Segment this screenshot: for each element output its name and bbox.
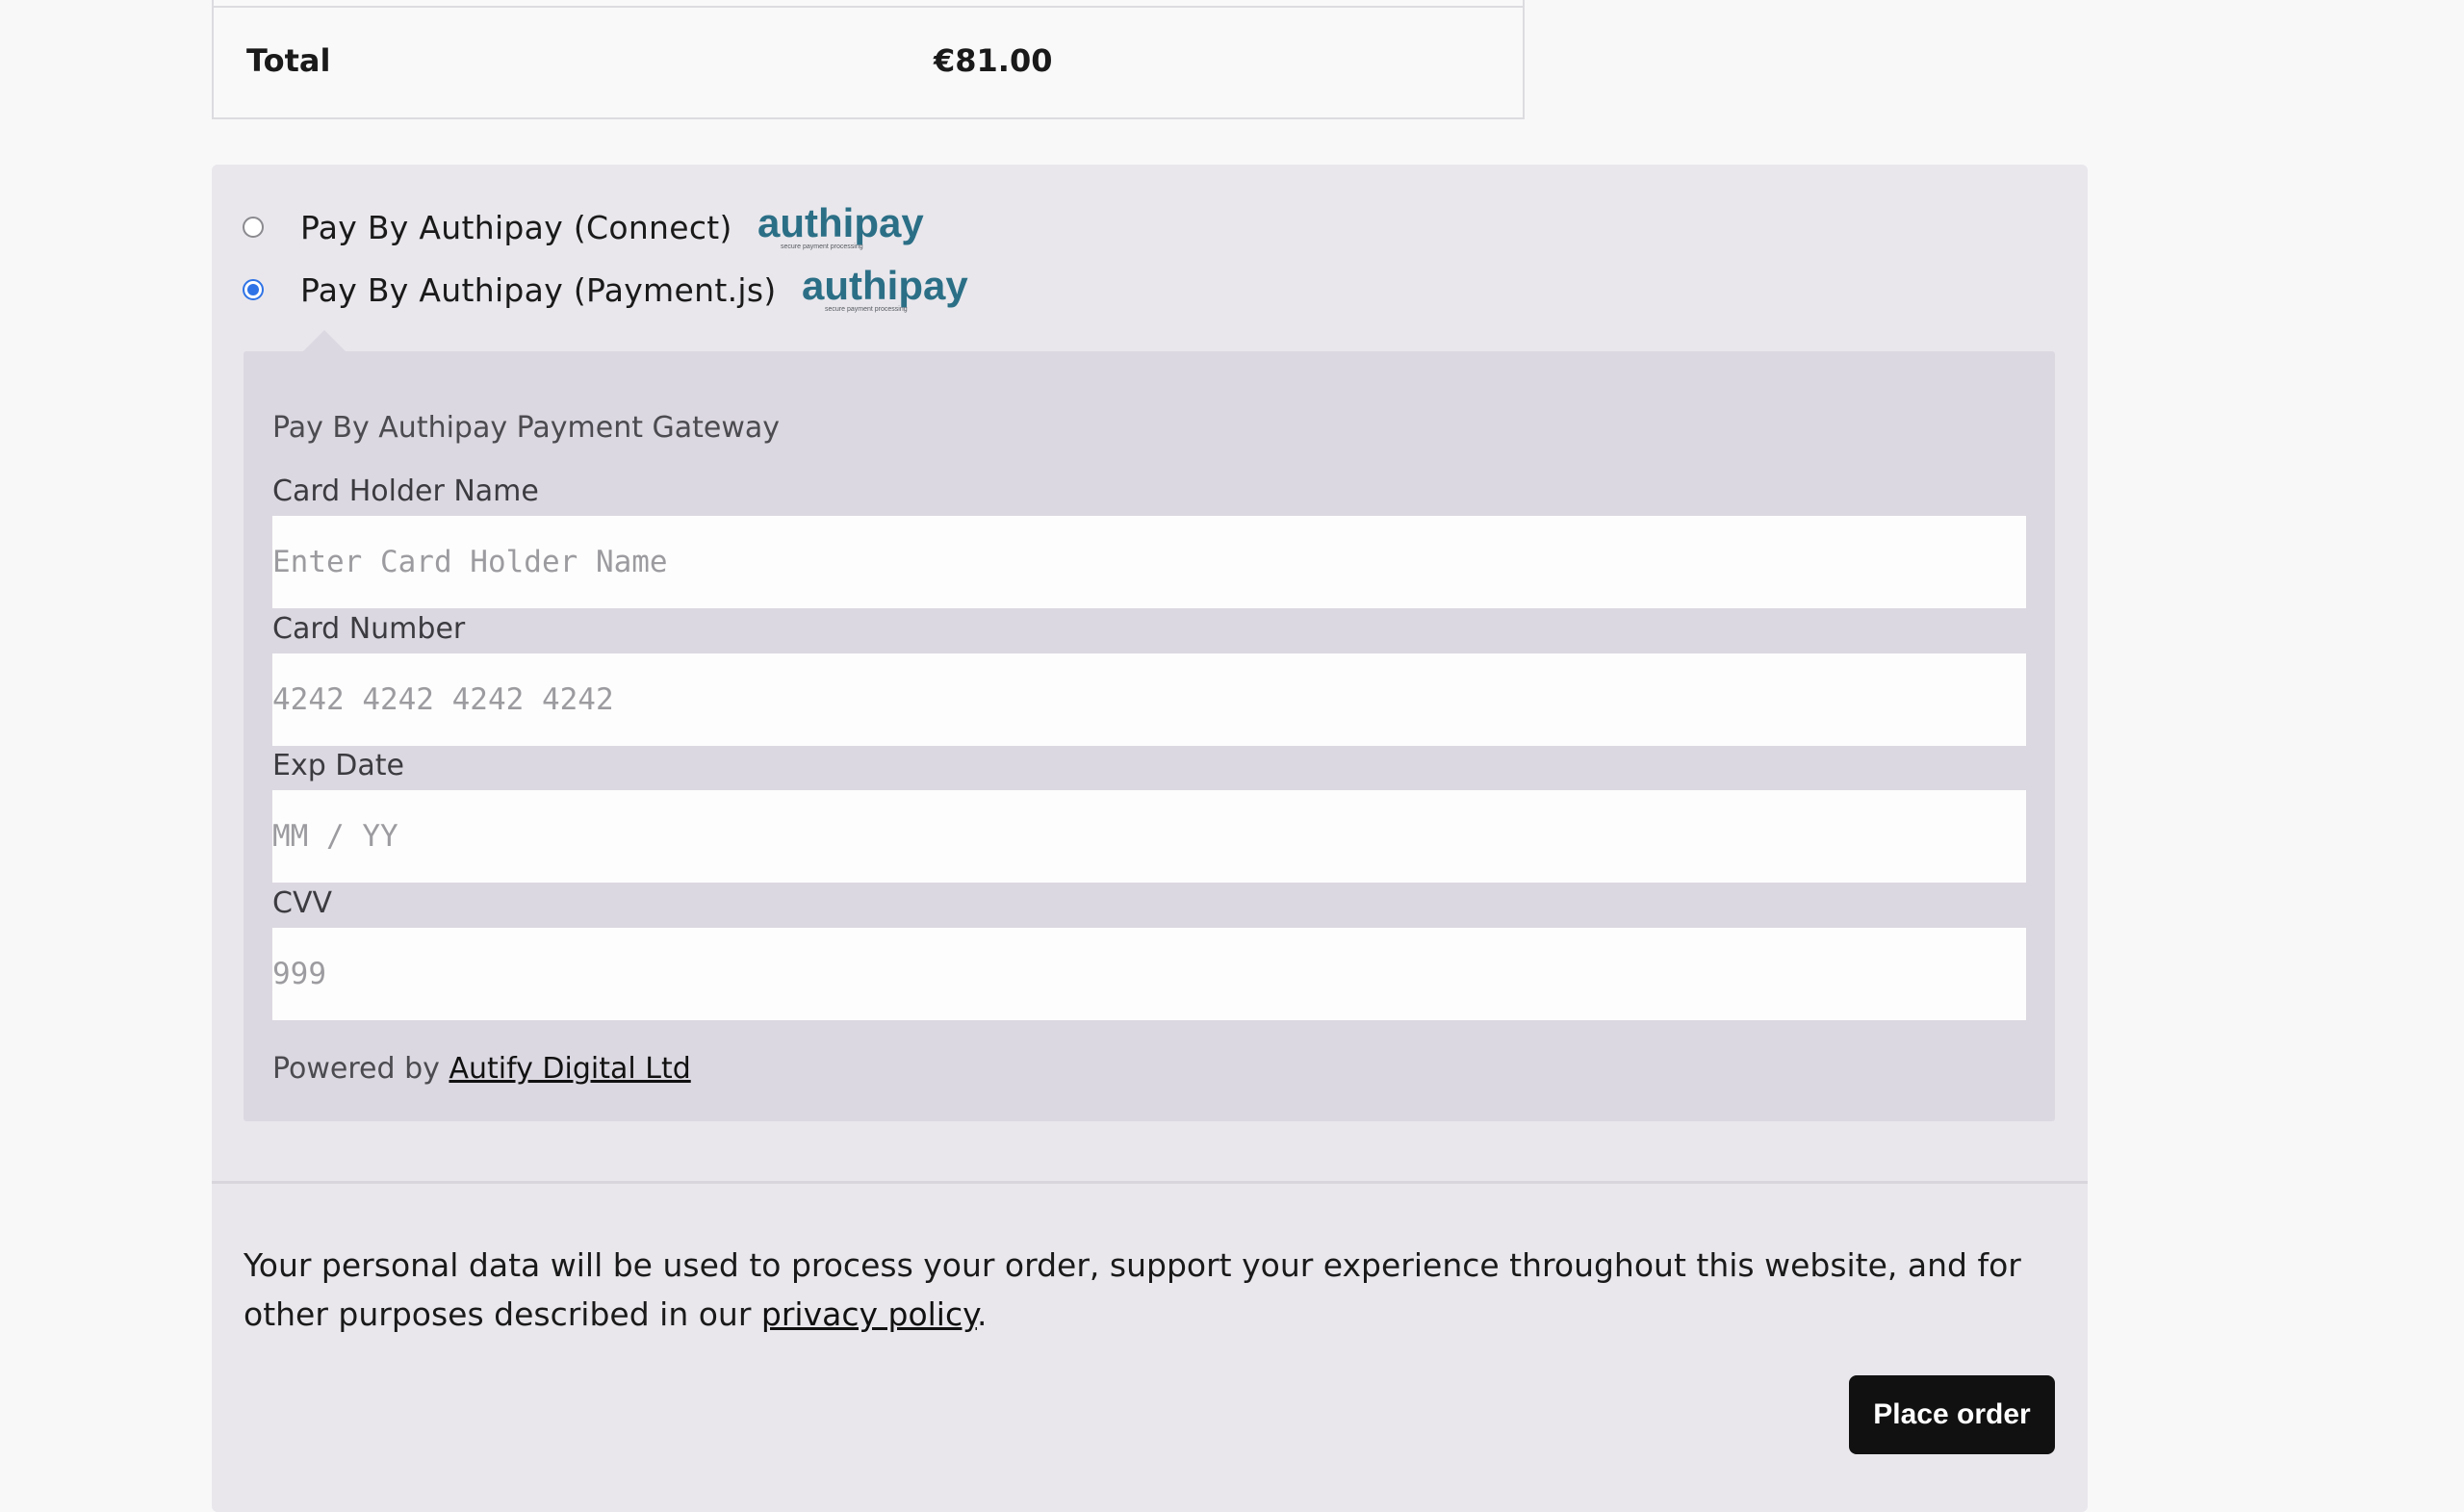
total-label: Total (246, 42, 331, 79)
logo-tagline: secure payment processing (781, 243, 863, 250)
autify-digital-link[interactable]: Autify Digital Ltd (449, 1052, 690, 1086)
privacy-notice-suffix: . (976, 1295, 988, 1333)
cvv-label: CVV (272, 886, 332, 920)
logo-wordmark: authipay (757, 200, 924, 245)
logo-tagline: secure payment processing (825, 306, 908, 313)
payment-method-label: Pay By Authipay (Payment.js) (300, 270, 777, 309)
cvv-input[interactable] (272, 928, 2026, 1020)
privacy-policy-link[interactable]: privacy policy (761, 1295, 977, 1333)
payment-method-label: Pay By Authipay (Connect) (300, 208, 732, 246)
box-pointer (303, 330, 346, 351)
card-holder-label: Card Holder Name (272, 474, 539, 508)
table-divider (214, 6, 1523, 8)
payment-method-authipay-connect[interactable]: Pay By Authipay (Connect) authipay secur… (243, 196, 950, 258)
payment-method-radio[interactable] (243, 217, 264, 238)
logo-wordmark: authipay (802, 263, 968, 308)
exp-date-input[interactable] (272, 790, 2026, 883)
powered-by: Powered by Autify Digital Ltd (272, 1052, 691, 1086)
privacy-notice: Your personal data will be used to proce… (244, 1241, 2053, 1339)
payment-method-radio-selected[interactable] (243, 279, 264, 300)
exp-date-label: Exp Date (272, 749, 404, 782)
authipay-logo: authipay secure payment processing (802, 263, 968, 313)
payment-section: Pay By Authipay (Connect) authipay secur… (212, 165, 2088, 1512)
total-amount: €81.00 (934, 42, 1053, 79)
card-holder-input[interactable] (272, 516, 2026, 608)
card-number-label: Card Number (272, 612, 466, 646)
card-number-input[interactable] (272, 653, 2026, 746)
authipay-logo: authipay secure payment processing (757, 200, 924, 250)
order-totals-table: Total €81.00 (212, 0, 1525, 119)
gateway-description: Pay By Authipay Payment Gateway (272, 411, 781, 445)
payment-method-authipay-paymentjs[interactable]: Pay By Authipay (Payment.js) authipay se… (243, 259, 994, 320)
payment-fields-box: Pay By Authipay Payment Gateway Card Hol… (244, 330, 2055, 1121)
place-order-button[interactable]: Place order (1849, 1375, 2055, 1454)
powered-by-prefix: Powered by (272, 1052, 440, 1086)
section-divider (212, 1181, 2088, 1184)
privacy-notice-text: Your personal data will be used to proce… (244, 1246, 2021, 1333)
